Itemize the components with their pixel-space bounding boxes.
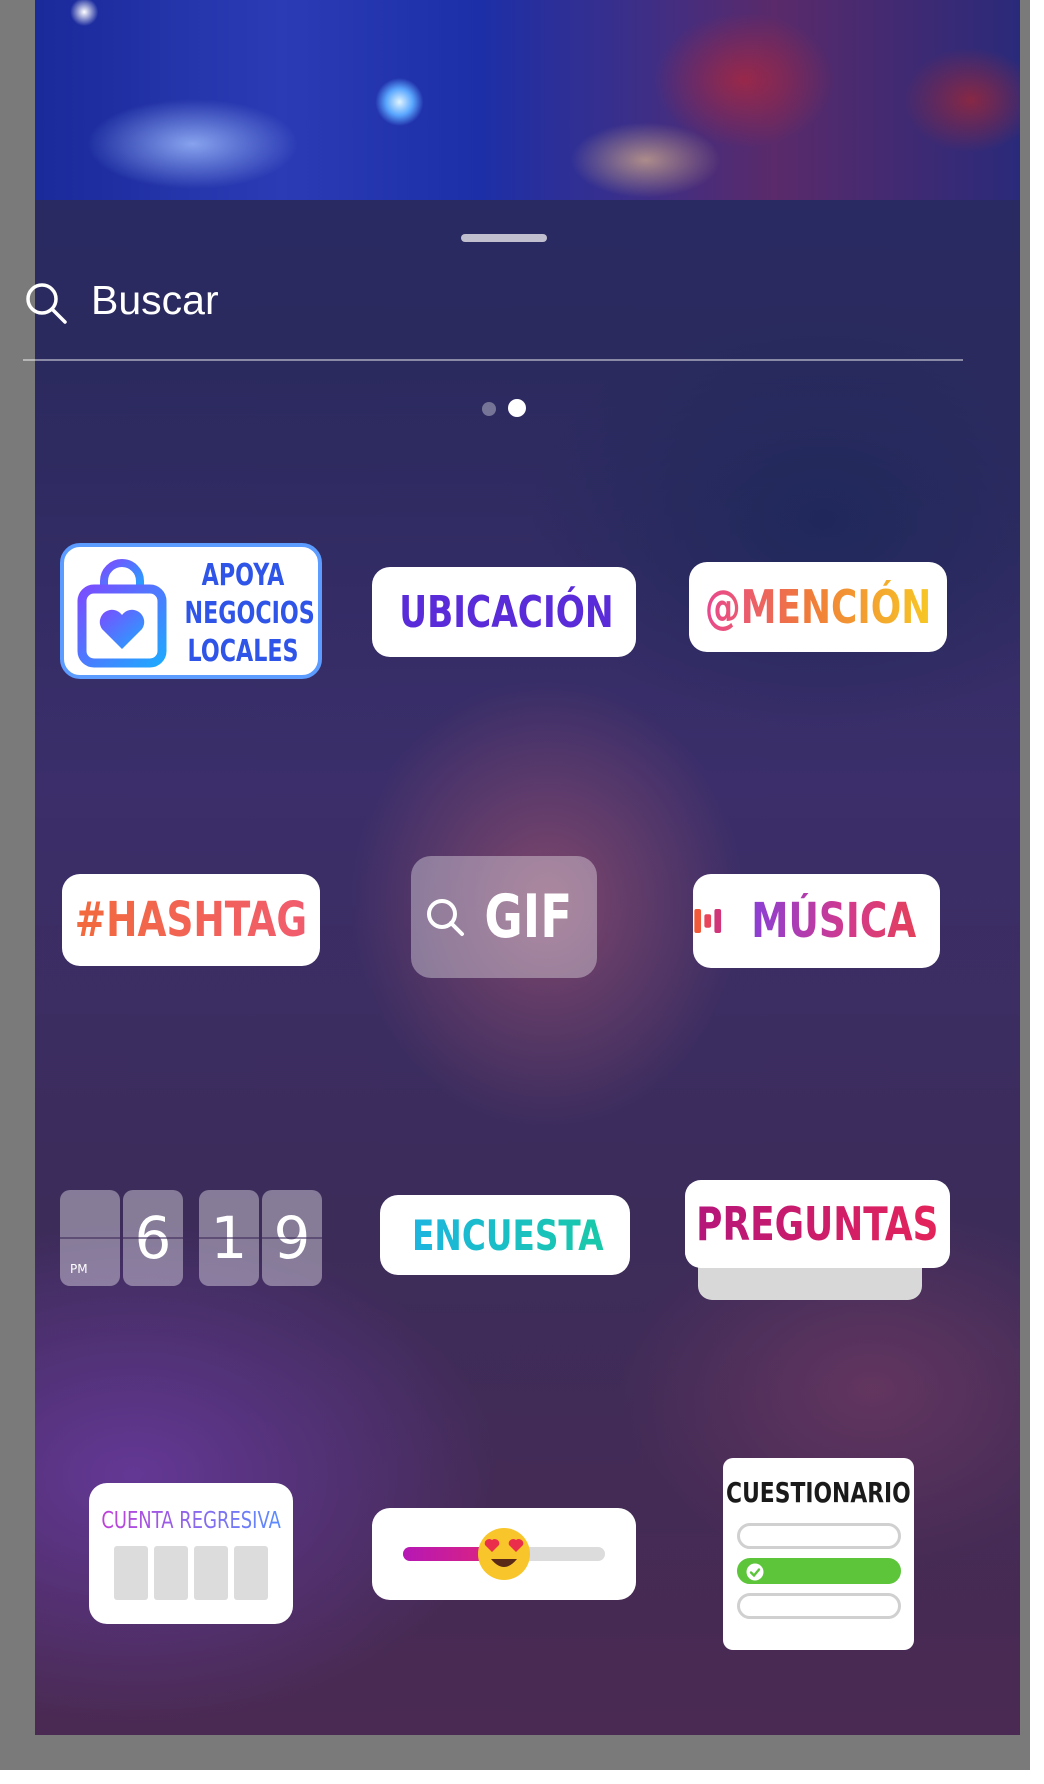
heart-eyes-emoji-icon[interactable] (476, 1526, 532, 1582)
clock-minute-ones-card: 9 (262, 1190, 322, 1286)
check-icon (746, 1563, 763, 1581)
clock-minute-tens-card: 1 (199, 1190, 259, 1286)
sticker-cuenta-regresiva[interactable]: CUENTA REGRESIVA (89, 1483, 293, 1624)
sticker-cuestionario[interactable]: CUESTIONARIO (723, 1458, 914, 1650)
quiz-option-1 (736, 1523, 901, 1549)
quiz-option-2-correct (736, 1558, 901, 1584)
music-bars-icon (694, 908, 722, 934)
page-dot-2-active[interactable] (508, 399, 526, 417)
sticker-clock[interactable]: PM 6 1 9 (60, 1190, 322, 1286)
ubicacion-label: UBICACIÓN (398, 586, 614, 638)
clock-meridiem-card: PM (60, 1190, 120, 1286)
hashtag-label: #HASHTAG (74, 892, 308, 948)
sticker-gif[interactable]: GIF (411, 856, 597, 978)
sticker-preguntas[interactable]: PREGUNTAS (685, 1180, 950, 1268)
search-icon (26, 283, 67, 324)
sticker-ubicacion[interactable]: UBICACIÓN (372, 567, 636, 657)
sticker-encuesta[interactable]: ENCUESTA (380, 1195, 630, 1275)
clock-minute-ones: 9 (273, 1204, 311, 1272)
story-photo-background (35, 0, 1020, 200)
shopping-bag-heart-icon (77, 559, 167, 668)
sticker-hashtag[interactable]: #HASHTAG (62, 874, 320, 966)
quiz-option-3 (736, 1593, 901, 1619)
countdown-digit-boxes (114, 1545, 268, 1600)
apoya-label: APOYA NEGOCIOS LOCALES (184, 558, 315, 669)
sticker-musica[interactable]: MÚSICA (693, 874, 940, 968)
gif-label: GIF (484, 882, 572, 952)
page-dot-1[interactable] (482, 402, 496, 416)
sticker-apoya-negocios-locales[interactable]: APOYA NEGOCIOS LOCALES (60, 543, 322, 679)
clock-hour-card: 6 (123, 1190, 183, 1286)
musica-label: MÚSICA (751, 893, 917, 949)
drag-handle[interactable] (461, 234, 547, 242)
sticker-emoji-slider[interactable] (372, 1508, 636, 1600)
sticker-mencion[interactable]: @MENCIÓN (689, 562, 947, 652)
encuesta-label: ENCUESTA (412, 1210, 604, 1260)
clock-hour: 6 (134, 1204, 172, 1272)
search-bar[interactable]: Buscar (23, 272, 963, 332)
search-icon (426, 899, 464, 936)
search-divider (23, 359, 963, 361)
cuestionario-label: CUESTIONARIO (726, 1476, 911, 1509)
cuenta-regresiva-label: CUENTA REGRESIVA (101, 1507, 281, 1534)
mencion-label: @MENCIÓN (704, 580, 932, 634)
preguntas-label: PREGUNTAS (696, 1197, 939, 1251)
clock-minute-tens: 1 (210, 1204, 248, 1272)
clock-meridiem: PM (70, 1262, 88, 1276)
search-placeholder: Buscar (91, 277, 219, 323)
